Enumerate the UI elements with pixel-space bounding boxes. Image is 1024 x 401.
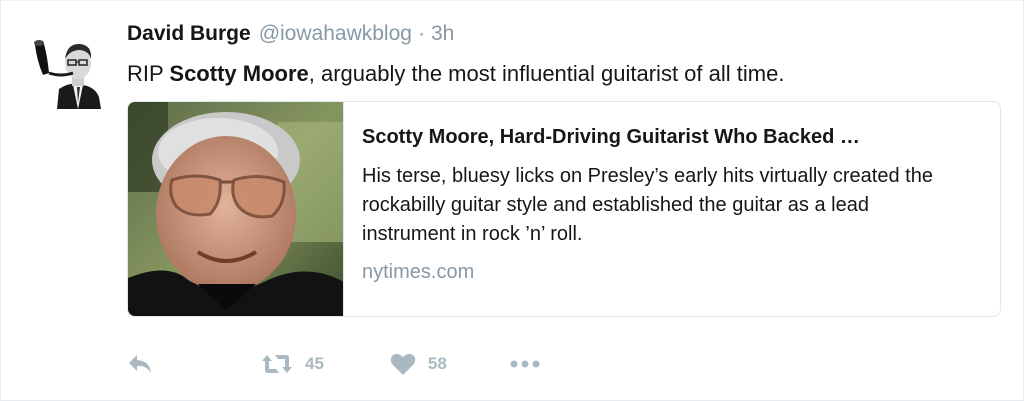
like-button[interactable]: 58 <box>390 352 447 376</box>
card-title[interactable]: Scotty Moore, Hard-Driving Guitarist Who… <box>362 124 980 150</box>
card-image[interactable] <box>128 102 344 316</box>
like-count: 58 <box>427 354 447 373</box>
avatar-image-icon <box>23 27 105 109</box>
reply-icon <box>129 355 151 373</box>
link-card[interactable]: Scotty Moore, Hard-Driving Guitarist Who… <box>127 101 1001 317</box>
author-name[interactable]: David Burge <box>127 22 251 46</box>
tweet-text-prefix: RIP <box>127 61 170 86</box>
retweet-icon <box>262 355 292 373</box>
tweet: David Burge @iowahawkblog · 3h RIP Scott… <box>0 0 1024 401</box>
author-avatar[interactable] <box>23 27 105 109</box>
time-separator: · <box>417 22 425 45</box>
retweet-button[interactable]: 45 <box>261 353 324 375</box>
more-button[interactable] <box>509 359 541 369</box>
tweet-header: David Burge @iowahawkblog · 3h <box>127 22 454 46</box>
portrait-photo-icon <box>128 102 343 316</box>
tweet-text: RIP Scotty Moore, arguably the most infl… <box>127 61 784 87</box>
card-description: His terse, bluesy licks on Presley’s ear… <box>362 165 933 245</box>
card-body[interactable]: Scotty Moore, Hard-Driving Guitarist Who… <box>344 102 1000 316</box>
more-icon <box>510 360 540 368</box>
reply-button[interactable] <box>127 353 157 375</box>
tweet-text-bold: Scotty Moore <box>169 61 309 86</box>
author-handle[interactable]: @iowahawkblog <box>259 22 412 46</box>
card-domain[interactable]: nytimes.com <box>362 259 980 285</box>
tweet-actions: 45 58 <box>127 349 541 379</box>
retweet-count: 45 <box>305 354 324 373</box>
heart-icon <box>390 353 416 375</box>
tweet-text-suffix: , arguably the most influential guitaris… <box>308 61 785 86</box>
tweet-timestamp[interactable]: 3h <box>431 22 454 46</box>
